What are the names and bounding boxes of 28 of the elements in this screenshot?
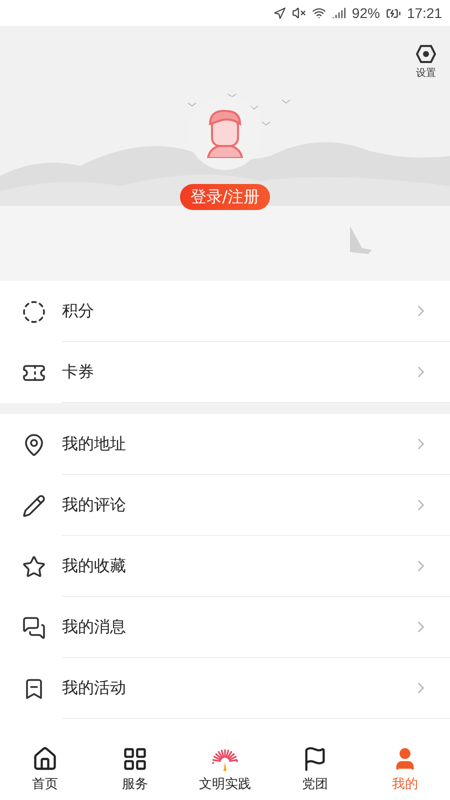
menu-item[interactable]: 积分 bbox=[62, 281, 450, 342]
menu-item[interactable]: 我的收藏 bbox=[62, 536, 450, 597]
nav-tab[interactable]: 文明实践 bbox=[180, 740, 270, 800]
home-icon bbox=[32, 746, 58, 772]
menu-item[interactable]: 我的地址 bbox=[62, 414, 450, 475]
menu-item[interactable]: 我的消息 bbox=[62, 597, 450, 658]
location-icon bbox=[272, 6, 286, 20]
chat-bubbles-icon bbox=[22, 616, 46, 640]
signal-icon bbox=[332, 6, 346, 20]
mute-icon bbox=[292, 6, 306, 20]
menu-item[interactable]: 我的评论 bbox=[62, 475, 450, 536]
settings-icon[interactable] bbox=[416, 44, 436, 64]
grid-icon bbox=[122, 746, 148, 772]
battery-percent: 92% bbox=[352, 4, 380, 22]
menu-item[interactable]: 卡券 bbox=[62, 342, 450, 403]
map-pin-icon bbox=[22, 432, 46, 456]
circle-icon bbox=[22, 300, 46, 324]
pencil-icon bbox=[22, 494, 46, 518]
login-register-button[interactable]: 登录/注册 bbox=[180, 184, 270, 210]
menu-item[interactable]: 我的活动 bbox=[62, 658, 450, 719]
nav-tab[interactable]: 党团 bbox=[270, 740, 360, 800]
settings-label[interactable]: 设置 bbox=[416, 66, 436, 81]
clock-time: 17:21 bbox=[406, 4, 442, 22]
star-icon bbox=[22, 554, 46, 578]
nav-tab[interactable]: 首页 bbox=[0, 740, 90, 800]
flag-icon bbox=[302, 746, 328, 772]
wifi-icon bbox=[312, 6, 326, 20]
nav-tab[interactable]: 服务 bbox=[90, 740, 180, 800]
